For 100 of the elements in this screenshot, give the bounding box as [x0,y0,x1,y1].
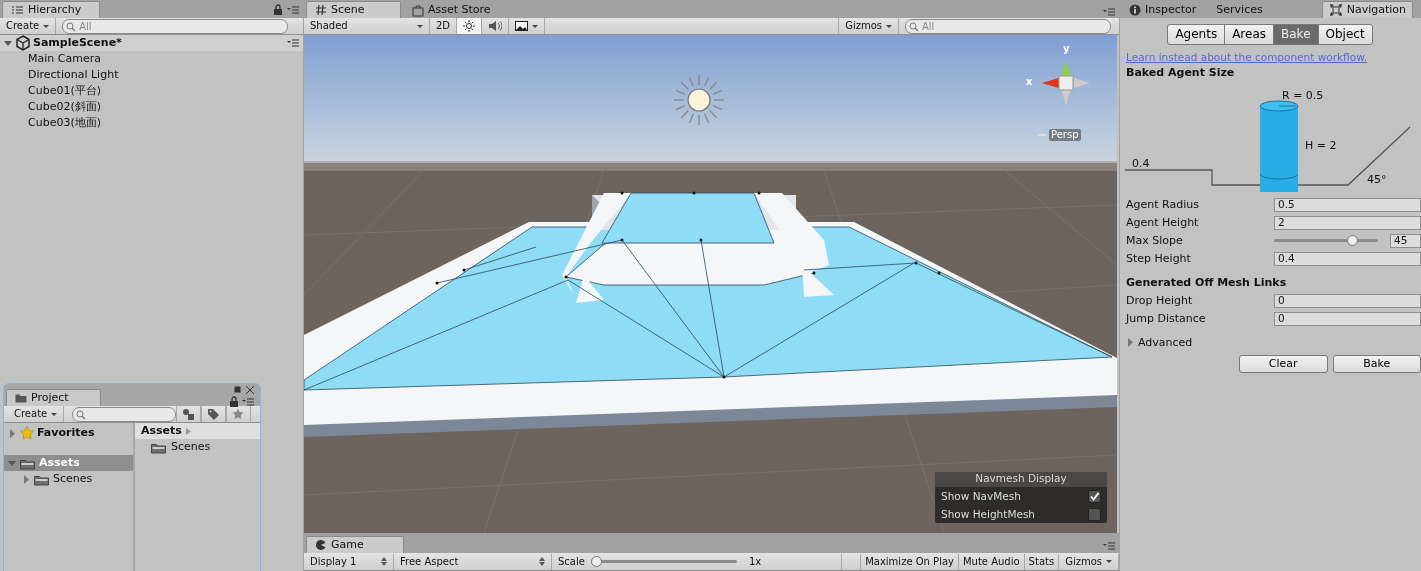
list-icon [11,4,24,16]
scene-viewport[interactable]: y x Persp Navmesh Display Show NavMesh Show HeightMesh [304,35,1119,533]
action-button[interactable]: Clear [1239,354,1328,373]
expand-arrow-icon[interactable] [8,428,17,438]
mode-tab[interactable]: Bake [1273,24,1319,45]
hierarchy-item[interactable]: Main Camera [28,52,101,66]
hierarchy-item[interactable]: Cube02(斜面) [28,100,101,114]
expand-arrow-icon[interactable] [4,38,13,48]
updown-icon [539,557,545,566]
caret-icon [886,24,892,28]
action-button[interactable]: Bake [1332,354,1421,373]
panel-menu-icon[interactable] [242,396,254,408]
gizmos-dropdown[interactable]: Gizmos [1058,553,1119,570]
search-field[interactable] [72,406,177,422]
panel-tab[interactable]: Project [6,389,101,406]
option-label: Show HeightMesh [941,507,1036,521]
scale-label: Scale [558,555,585,568]
expand-arrow-icon[interactable] [1126,338,1135,348]
lock-icon[interactable] [273,4,283,15]
maximize-icon[interactable] [234,386,241,393]
slope-label: 45° [1367,172,1387,186]
display-dropdown[interactable]: Display 1 [304,553,394,570]
field-label: Agent Radius [1126,198,1200,212]
breadcrumb-arrow-icon [185,427,191,435]
filter-by-label-icon[interactable] [207,407,221,421]
checkbox[interactable] [1088,507,1101,521]
step-height-label: 0.4 [1132,156,1150,170]
panel-tab[interactable]: Inspector [1122,1,1204,18]
slider-thumb[interactable] [1347,235,1358,247]
speaker-icon [488,20,503,32]
mode-tab[interactable]: Areas [1224,24,1275,45]
input-field[interactable]: 0 [1274,293,1421,308]
panel-menu-icon[interactable] [1103,540,1115,552]
aspect-dropdown[interactable]: Free Aspect [394,553,552,570]
mode-tab[interactable]: Object [1317,24,1373,45]
gizmos-dropdown[interactable]: Gizmos [838,18,899,34]
sun-icon [463,20,476,32]
panel-tab[interactable]: Services [1209,1,1270,18]
input-field[interactable]: 0 [1274,311,1421,326]
filter-by-type-icon[interactable] [182,407,196,421]
option-label: Show NavMesh [941,489,1021,503]
view-tab[interactable]: Scene [306,1,401,18]
expand-arrow-icon[interactable] [8,458,17,468]
star-icon [20,426,34,440]
view-tab[interactable]: Asset Store [403,1,498,18]
caret-icon [1106,560,1112,563]
caret-icon [417,24,423,28]
folder-icon [15,393,27,403]
grid-icon [315,4,327,16]
hierarchy-item[interactable]: Cube03(地面) [28,116,101,130]
toolbar-toggle[interactable]: Mute Audio [957,553,1024,570]
search-icon [909,21,919,32]
panel-tab[interactable]: Game [306,536,404,553]
input-field[interactable]: 2 [1274,215,1421,230]
search-icon [76,409,87,420]
foldout-label[interactable]: Advanced [1138,336,1193,350]
expand-arrow-icon[interactable] [22,474,31,484]
project-tree-item[interactable]: Scenes [4,471,133,487]
scale-value: 1x [748,555,762,568]
search-field[interactable]: All [905,18,1111,34]
shading-dropdown[interactable]: Shaded [304,18,430,34]
field-label: Jump Distance [1126,312,1207,326]
field-label: Drop Height [1126,294,1194,308]
panel-menu-icon[interactable] [1103,6,1115,18]
bag-icon [412,3,424,17]
hierarchy-item[interactable]: Directional Light [28,68,119,82]
hierarchy-item[interactable]: Cube01(平台) [28,84,101,98]
panel-tab[interactable]: Hierarchy [2,1,100,18]
axis-label: x [1026,76,1033,88]
game-icon [315,539,327,551]
create-dropdown[interactable]: Create [0,18,57,34]
search-icon [66,21,77,32]
checkbox[interactable] [1088,489,1101,503]
toolbar-toggle[interactable]: Stats [1023,553,1059,570]
project-tree-item[interactable]: Favorites [4,425,133,441]
slider-thumb[interactable] [590,556,602,567]
image-icon [515,21,529,31]
lighting-toggle[interactable] [457,18,483,34]
info-icon [1129,4,1141,16]
field-label: Agent Height [1126,216,1200,230]
mode-tab[interactable]: Agents [1167,24,1226,45]
input-field[interactable]: 0.5 [1274,197,1421,212]
input-field[interactable]: 0.4 [1274,251,1421,266]
lock-icon[interactable] [229,396,239,407]
number-field[interactable]: 45 [1390,233,1421,248]
close-icon[interactable] [246,386,254,394]
updown-icon [381,557,387,566]
caret-icon [43,24,50,28]
toolbar-toggle[interactable]: Maximize On Play [860,553,958,570]
sun-icon [672,73,726,127]
projection-label[interactable]: Persp [1049,129,1081,141]
asset-item[interactable]: Scenes [171,440,211,454]
field-label: Step Height [1126,252,1192,266]
row-menu-icon[interactable] [287,37,299,49]
favorite-star-icon[interactable] [232,407,246,421]
panel-menu-icon[interactable] [287,4,299,16]
panel-tab[interactable]: Navigation [1321,1,1413,18]
navigation-icon [1328,3,1343,17]
section-heading: Baked Agent Size [1125,65,1236,81]
search-field[interactable]: All [62,18,289,34]
